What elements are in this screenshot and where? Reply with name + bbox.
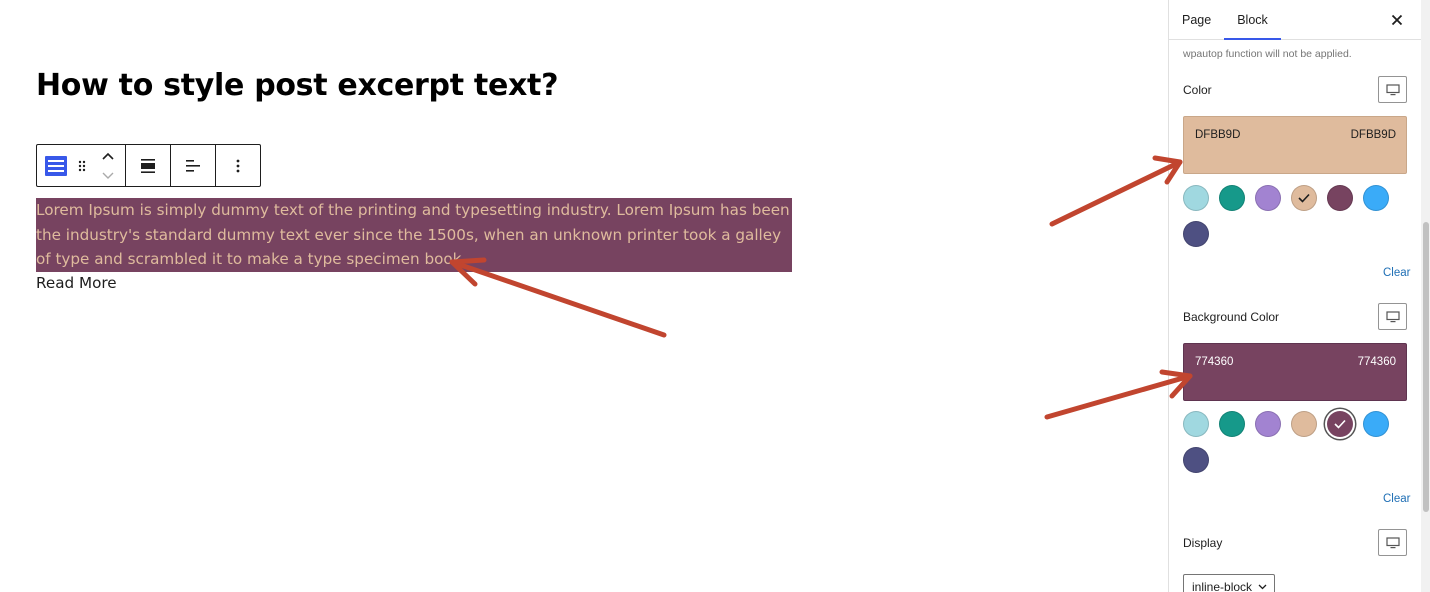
background-color-clear-button[interactable]: Clear	[1383, 493, 1410, 505]
chevron-down-icon	[1258, 584, 1267, 590]
background-color-hex-left: 774360	[1195, 356, 1234, 368]
toolbar-group-more	[216, 145, 260, 186]
color-clear-button[interactable]: Clear	[1383, 267, 1410, 279]
color-swatch-plum[interactable]	[1327, 185, 1353, 211]
drag-handle-icon[interactable]	[69, 145, 95, 186]
settings-sidebar: Page Block wpautop function will not be …	[1168, 0, 1430, 592]
move-arrows	[95, 145, 121, 186]
sidebar-scrollbar[interactable]	[1421, 0, 1430, 592]
read-more-link[interactable]: Read More	[36, 274, 117, 292]
color-swatch-teal[interactable]	[1219, 185, 1245, 211]
color-swatch-indigo[interactable]	[1183, 221, 1209, 247]
bg-swatch-tan[interactable]	[1291, 411, 1317, 437]
post-excerpt-text[interactable]: Lorem Ipsum is simply dummy text of the …	[36, 198, 792, 272]
move-down-icon[interactable]	[102, 167, 114, 185]
excerpt-block-icon[interactable]	[43, 145, 69, 186]
color-swatch-tan-selected[interactable]	[1291, 185, 1317, 211]
color-swatch-sky-blue[interactable]	[1363, 185, 1389, 211]
scrollbar-thumb[interactable]	[1423, 222, 1429, 512]
display-device-button[interactable]	[1378, 529, 1407, 556]
move-up-icon[interactable]	[102, 147, 114, 165]
more-options-icon[interactable]	[216, 145, 260, 186]
desktop-icon	[1385, 536, 1400, 548]
color-palette	[1183, 185, 1393, 247]
help-text: wpautop function will not be applied.	[1183, 48, 1352, 60]
checkmark-icon	[1298, 193, 1310, 203]
color-swatch-light-blue[interactable]	[1183, 185, 1209, 211]
color-value-display[interactable]: DFBB9D DFBB9D	[1183, 116, 1407, 174]
background-color-value-display[interactable]: 774360 774360	[1183, 343, 1407, 401]
justify-left-icon[interactable]	[171, 145, 215, 186]
sidebar-header: Page Block	[1169, 0, 1421, 40]
color-hex-right: DFBB9D	[1350, 129, 1396, 141]
bg-swatch-indigo[interactable]	[1183, 447, 1209, 473]
close-icon[interactable]	[1387, 10, 1407, 30]
display-select[interactable]: inline-block	[1183, 574, 1275, 592]
align-wide-icon[interactable]	[126, 145, 170, 186]
toolbar-group-justify	[171, 145, 216, 186]
display-label: Display	[1183, 536, 1223, 550]
color-swatch-lavender[interactable]	[1255, 185, 1281, 211]
color-label: Color	[1183, 83, 1212, 97]
bg-swatch-plum-selected[interactable]	[1327, 411, 1353, 437]
color-hex-left: DFBB9D	[1195, 129, 1241, 141]
background-color-palette	[1183, 411, 1393, 473]
block-toolbar	[36, 144, 261, 187]
background-color-label: Background Color	[1183, 310, 1280, 324]
desktop-icon	[1385, 310, 1400, 322]
checkmark-icon	[1334, 419, 1346, 429]
tab-block[interactable]: Block	[1224, 0, 1281, 40]
bg-swatch-light-blue[interactable]	[1183, 411, 1209, 437]
toolbar-group-block	[37, 145, 126, 186]
desktop-icon	[1385, 83, 1400, 95]
toolbar-group-align	[126, 145, 171, 186]
editor-canvas: How to style post excerpt text? Lorem Ip…	[0, 0, 1168, 592]
bg-swatch-sky-blue[interactable]	[1363, 411, 1389, 437]
bg-swatch-teal[interactable]	[1219, 411, 1245, 437]
display-select-value: inline-block	[1192, 580, 1253, 592]
tab-page[interactable]: Page	[1169, 0, 1224, 39]
background-color-device-button[interactable]	[1378, 303, 1407, 330]
color-device-button[interactable]	[1378, 76, 1407, 103]
background-color-hex-right: 774360	[1357, 356, 1396, 368]
post-title[interactable]: How to style post excerpt text?	[36, 68, 559, 103]
bg-swatch-lavender[interactable]	[1255, 411, 1281, 437]
